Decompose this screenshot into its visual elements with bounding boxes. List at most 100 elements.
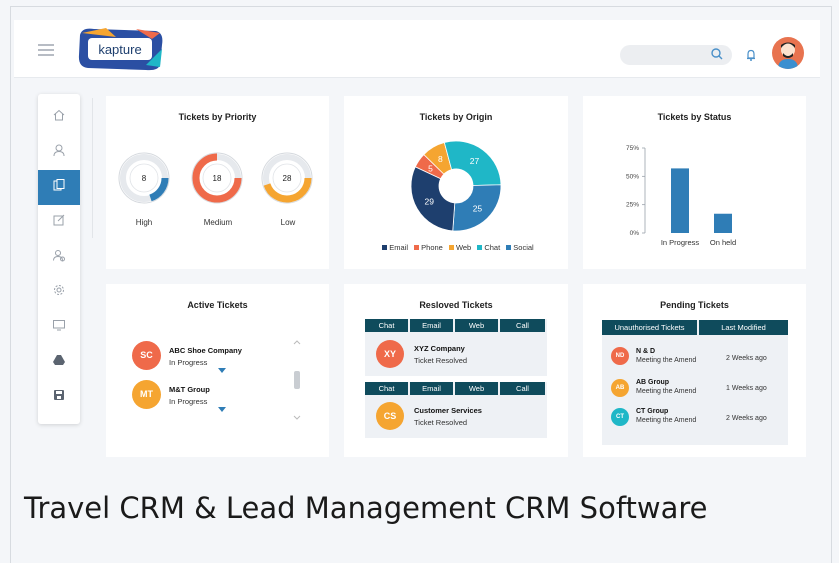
- legend-swatch-email: [382, 245, 388, 250]
- tab-chat[interactable]: Chat: [365, 382, 408, 395]
- card-title: Resloved Tickets: [419, 300, 493, 310]
- legend-swatch-phone: [414, 245, 420, 250]
- priority-donuts: 8 18 28: [118, 152, 313, 204]
- avatar[interactable]: [772, 37, 804, 69]
- donut-value-low: 28: [283, 174, 292, 183]
- legend-swatch-social: [506, 245, 512, 250]
- pie-label-web: 8: [438, 154, 443, 164]
- pie-label-phone: 5: [428, 163, 433, 173]
- tab-chat[interactable]: Chat: [365, 319, 408, 332]
- tab-email[interactable]: Email: [410, 382, 453, 395]
- priority-label-low: Low: [280, 218, 296, 227]
- ticket-status: In Progress: [169, 397, 208, 406]
- menu-icon[interactable]: [38, 44, 54, 59]
- card-tickets-by-priority: Tickets by Priority 8 18 28 High Medium Lo…: [106, 96, 329, 269]
- sidebar-item-user[interactable]: [38, 135, 80, 170]
- sidebar: [38, 94, 80, 424]
- legend-social: Social: [513, 243, 534, 252]
- ticket-avatar: XY: [376, 340, 404, 368]
- ticket-status: Ticket Resolved: [414, 418, 468, 427]
- ticket-time: 2 Weeks ago: [726, 415, 767, 422]
- y-tick-label: 0%: [630, 230, 640, 237]
- ticket-avatar: ND: [611, 347, 629, 365]
- save-icon: [52, 388, 66, 407]
- top-bar: kapture: [14, 20, 820, 78]
- legend-phone: Phone: [421, 243, 443, 252]
- drive-icon: [52, 353, 66, 372]
- resolved-tabs: Chat Email Web Call: [365, 319, 547, 332]
- legend-swatch-web: [448, 245, 454, 250]
- ticket-status: In Progress: [169, 358, 208, 367]
- settings-icon: [52, 283, 66, 302]
- tab-email[interactable]: Email: [410, 319, 453, 332]
- ticket-sub: Meeting the Amend: [636, 417, 697, 424]
- scroll-divider: [92, 98, 93, 238]
- y-tick-label: 25%: [626, 202, 639, 209]
- y-tick-label: 75%: [626, 145, 639, 152]
- legend-web: Web: [455, 243, 472, 252]
- ticket-sub: Meeting the Amend: [636, 388, 697, 395]
- dropdown-caret-icon[interactable]: [218, 400, 226, 418]
- card-active-tickets: Active Tickets SC ABC Shoe Company In Pr…: [106, 284, 329, 457]
- search-input[interactable]: [620, 45, 732, 65]
- user-icon: [52, 143, 66, 162]
- header-unauthorised[interactable]: Unauthorised Tickets: [602, 320, 697, 335]
- legend-chat: Chat: [484, 243, 501, 252]
- bar-in-progress: [671, 168, 689, 233]
- bell-icon[interactable]: [744, 48, 758, 67]
- ticket-time: 2 Weeks ago: [726, 355, 767, 362]
- tab-web[interactable]: Web: [455, 319, 498, 332]
- x-tick-label: On held: [710, 238, 736, 247]
- ticket-company: XYZ Company: [414, 344, 465, 353]
- documents-icon: [52, 178, 66, 197]
- ticket-company: ABC Shoe Company: [169, 346, 242, 355]
- search-icon[interactable]: [710, 47, 724, 66]
- sidebar-item-settings[interactable]: [38, 275, 80, 310]
- legend-email: Email: [389, 243, 409, 252]
- scrollbar[interactable]: [292, 339, 302, 421]
- bar-on-held: [714, 213, 732, 233]
- sidebar-item-home[interactable]: [38, 100, 80, 135]
- ticket-status: Ticket Resolved: [414, 356, 468, 365]
- ticket-avatar: SC: [132, 341, 161, 370]
- status-bar-chart: 75% 50% 25% 0% In Progress On held: [626, 145, 736, 247]
- donut-value-high: 8: [142, 174, 147, 183]
- ticket-sub: Meeting the Amend: [636, 357, 697, 364]
- pie-label-social: 25: [473, 203, 483, 213]
- header-last-modified[interactable]: Last Modified: [699, 320, 788, 335]
- card-title: Tickets by Priority: [178, 112, 257, 122]
- sidebar-item-edit[interactable]: [38, 205, 80, 240]
- pending-panel: [602, 320, 788, 445]
- donut-value-medium: 18: [213, 174, 222, 183]
- sidebar-item-contacts[interactable]: [38, 240, 80, 275]
- ticket-company: N & D: [636, 348, 656, 355]
- ticket-company: AB Group: [636, 379, 670, 386]
- ticket-company: CT Group: [636, 408, 669, 415]
- y-tick-label: 50%: [626, 173, 639, 180]
- ticket-avatar: AB: [611, 379, 629, 397]
- legend-swatch-chat: [477, 245, 483, 250]
- ticket-avatar: MT: [132, 380, 161, 409]
- tab-call[interactable]: Call: [500, 382, 545, 395]
- card-tickets-by-status: Tickets by Status 75% 50% 25% 0% In Progress…: [583, 96, 806, 269]
- app-logo[interactable]: kapture: [76, 25, 166, 73]
- ticket-time: 1 Weeks ago: [726, 385, 767, 392]
- sidebar-item-save[interactable]: [38, 380, 80, 415]
- home-icon: [52, 108, 66, 127]
- sidebar-item-drive[interactable]: [38, 345, 80, 380]
- priority-label-high: High: [135, 218, 153, 227]
- sidebar-item-monitor[interactable]: [38, 310, 80, 345]
- sidebar-item-documents[interactable]: [38, 170, 80, 205]
- dropdown-caret-icon[interactable]: [218, 361, 226, 379]
- priority-label-medium: Medium: [203, 218, 233, 227]
- pie-label-chat: 27: [470, 156, 480, 166]
- card-title: Pending Tickets: [660, 300, 729, 310]
- x-tick-label: In Progress: [661, 238, 700, 247]
- ticket-company: Customer Services: [414, 406, 482, 415]
- tab-web[interactable]: Web: [455, 382, 498, 395]
- card-title: Active Tickets: [187, 300, 248, 310]
- origin-legend: Email Phone Web Chat Social: [344, 243, 568, 252]
- tab-call[interactable]: Call: [500, 319, 545, 332]
- contacts-icon: [52, 248, 66, 267]
- origin-pie: 58 27 25 29: [410, 140, 502, 232]
